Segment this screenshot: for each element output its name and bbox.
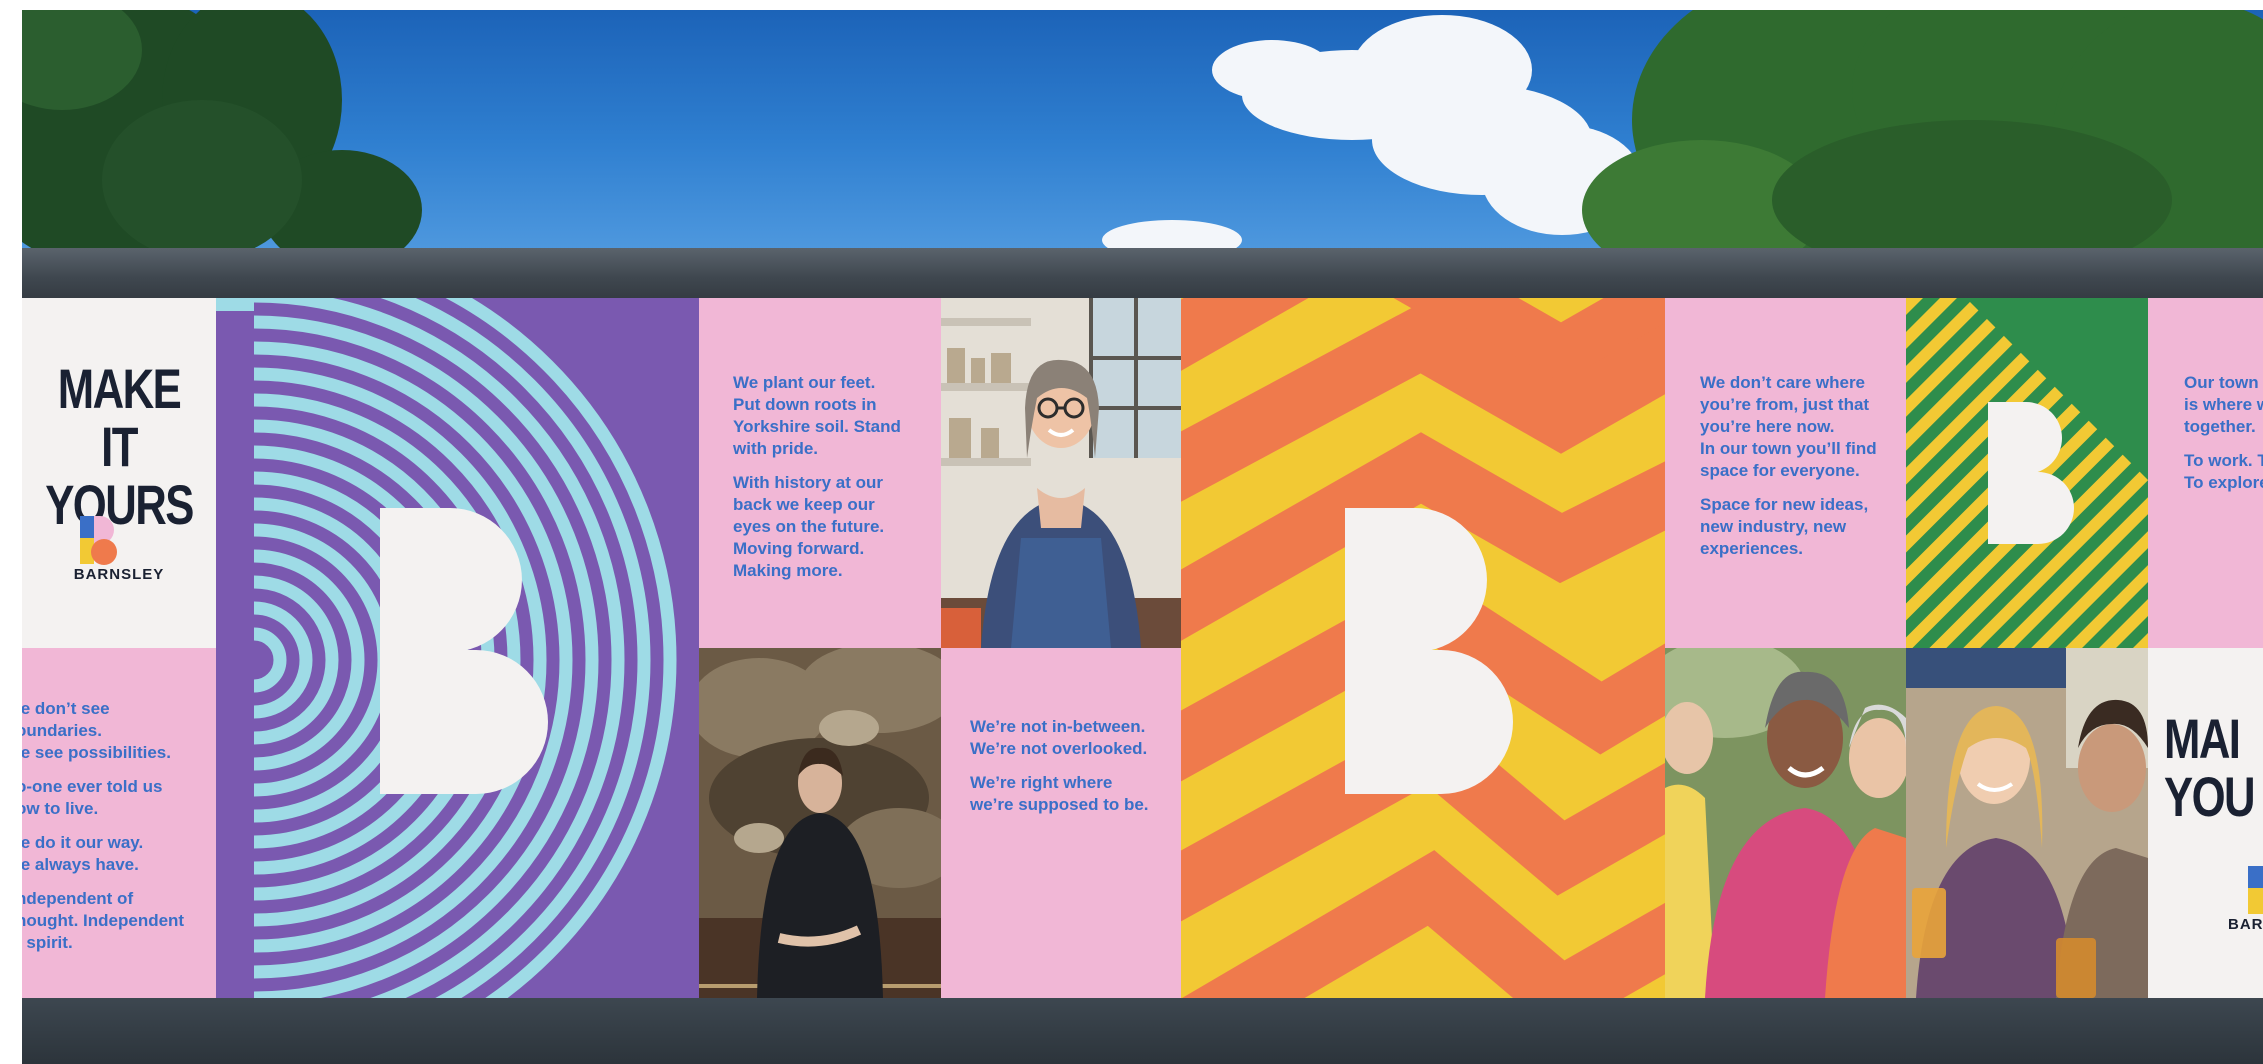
roots-copy-text: We plant our feet. Put down roots in Yor… xyxy=(733,372,933,594)
copy-paragraph: o-one ever told us ow to live. xyxy=(22,777,163,818)
copy-paragraph: We plant our feet. Put down roots in Yor… xyxy=(733,373,901,458)
concentric-arcs-graphic xyxy=(216,298,677,998)
panel-left-copy: /e don’t see oundaries. /e see possibili… xyxy=(22,648,216,998)
make-it-yours-headline: MAI YOU xyxy=(2164,707,2256,828)
copy-paragraph: We’re right where we’re supposed to be. xyxy=(970,773,1149,814)
diagonal-stripes-graphic xyxy=(1906,298,2148,648)
make-it-yours-headline: MAKE IT YOURS xyxy=(45,357,194,536)
copy-paragraph: We’re not in-between. We’re not overlook… xyxy=(970,717,1148,758)
panel-photo-women-laughing xyxy=(1665,648,1906,998)
wall-bottom-base xyxy=(22,998,2263,1064)
panel-dont-care-copy: We don’t care where you’re from, just th… xyxy=(1665,298,1906,648)
panel-photo-kitchen-woman xyxy=(941,298,1181,648)
friends-drinks-photo xyxy=(1906,648,2148,998)
panel-green-stripes xyxy=(1906,298,2148,648)
women-laughing-photo xyxy=(1665,648,1906,998)
barnsley-b-logo-icon xyxy=(2248,866,2263,914)
panel-purple-arcs xyxy=(216,298,699,998)
panel-photo-friends-drinks xyxy=(1906,648,2148,998)
panel-not-inbetween-copy: We’re not in-between. We’re not overlook… xyxy=(941,648,1181,998)
copy-paragraph: We don’t care where you’re from, just th… xyxy=(1700,373,1877,480)
copy-paragraph: With history at our back we keep our eye… xyxy=(733,473,885,580)
copy-paragraph: Space for new ideas, new industry, new e… xyxy=(1700,495,1869,558)
copy-paragraph: /e do it our way. /e always have. xyxy=(22,833,144,874)
chevron-zigzag-graphic xyxy=(1181,298,1665,998)
barnsley-wordmark: BARN xyxy=(2228,916,2263,933)
copy-paragraph: /e don’t see oundaries. /e see possibili… xyxy=(22,699,171,762)
barnsley-b-logo-icon xyxy=(80,516,117,565)
left-copy-text: /e don’t see oundaries. /e see possibili… xyxy=(22,698,216,966)
not-inbetween-copy-text: We’re not in-between. We’re not overlook… xyxy=(970,716,1180,828)
sky-scenery xyxy=(22,10,2263,250)
hoarding-scene: MAKE IT YOURS BARNSLEY /e don’t see ound… xyxy=(0,0,2263,1064)
copy-paragraph: Our town c is where w together. xyxy=(2184,373,2263,436)
panel-photo-museum xyxy=(699,648,941,998)
left-tree xyxy=(22,10,422,250)
copy-paragraph: ndependent of hought. Independent f spir… xyxy=(22,889,185,952)
panel-chevron-zigzag xyxy=(1181,298,1665,998)
right-tree xyxy=(1582,10,2263,250)
dont-care-copy-text: We don’t care where you’re from, just th… xyxy=(1700,372,1905,572)
panel-roots-copy: We plant our feet. Put down roots in Yor… xyxy=(699,298,941,648)
panel-make-it-yours-right: MAI YOU BARN xyxy=(2148,648,2263,998)
museum-man-photo xyxy=(699,648,941,998)
kitchen-woman-photo xyxy=(941,298,1181,648)
barnsley-wordmark: BARNSLEY xyxy=(73,566,165,583)
our-town-copy-text: Our town c is where w together. To work.… xyxy=(2184,372,2263,506)
sky-background xyxy=(22,10,2263,250)
panel-make-it-yours-left: MAKE IT YOURS BARNSLEY xyxy=(22,298,216,648)
wall-top-ledge xyxy=(22,248,2263,298)
panel-our-town-copy: Our town c is where w together. To work.… xyxy=(2148,298,2263,648)
clouds xyxy=(1102,15,1642,250)
copy-paragraph: To work. T To explore xyxy=(2184,451,2263,492)
